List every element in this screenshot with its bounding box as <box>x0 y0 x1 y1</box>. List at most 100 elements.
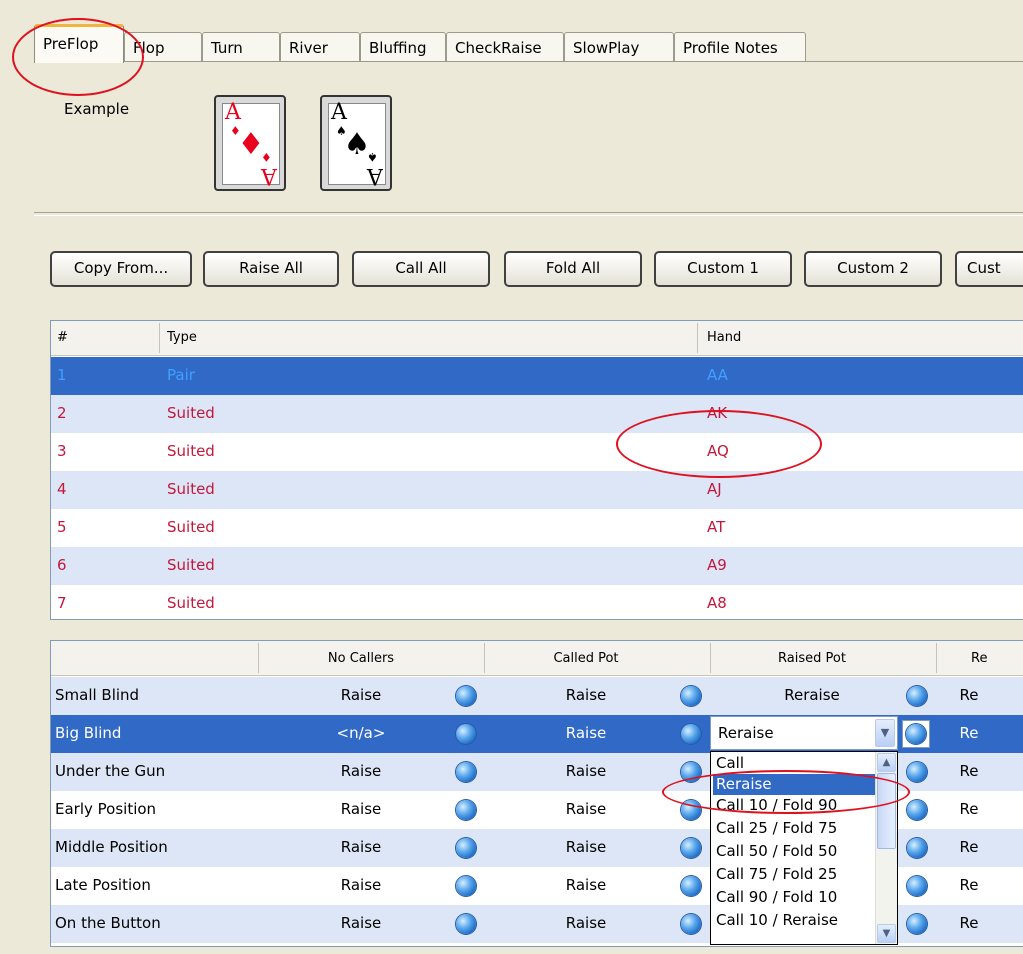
blue-orb-icon[interactable] <box>907 838 927 858</box>
option-call-10-fold-90[interactable]: Call 10 / Fold 90 <box>713 795 877 816</box>
tab-bluffing[interactable]: Bluffing <box>360 32 446 62</box>
raised-pot-select[interactable]: Reraise ▼ <box>710 716 898 750</box>
blue-orb-icon[interactable] <box>907 762 927 782</box>
raised-pot-orb-button[interactable] <box>902 720 930 748</box>
no-callers-action[interactable]: Raise <box>301 914 421 932</box>
ace-of-diamonds-card: A ♦ ♦ ♦ A <box>214 95 286 191</box>
blue-orb-icon[interactable] <box>681 686 701 706</box>
grid-row[interactable]: Small Blind Raise Raise Reraise Re <box>51 677 1023 715</box>
row-hand: AQ <box>707 442 729 460</box>
blue-orb-icon[interactable] <box>681 876 701 896</box>
no-callers-action[interactable]: Raise <box>301 876 421 894</box>
tab-slowplay[interactable]: SlowPlay <box>564 32 674 62</box>
tab-river[interactable]: River <box>280 32 360 62</box>
no-callers-action[interactable]: Raise <box>301 686 421 704</box>
blue-orb-icon[interactable] <box>681 838 701 858</box>
call-all-button[interactable]: Call All <box>352 251 490 287</box>
chevron-up-icon[interactable]: ▲ <box>877 753 896 772</box>
tab-flop[interactable]: Flop <box>124 32 202 62</box>
called-pot-action[interactable]: Raise <box>526 762 646 780</box>
table-row[interactable]: 2 Suited AK <box>51 395 1023 433</box>
blue-orb-icon[interactable] <box>907 800 927 820</box>
tab-profile-notes[interactable]: Profile Notes <box>674 32 806 62</box>
option-call-25-fold-75[interactable]: Call 25 / Fold 75 <box>713 818 877 839</box>
blue-orb-icon[interactable] <box>907 914 927 934</box>
blue-orb-icon[interactable] <box>681 762 701 782</box>
blue-orb-icon[interactable] <box>456 838 476 858</box>
table-row[interactable]: 3 Suited AQ <box>51 433 1023 471</box>
option-call-90-fold-10[interactable]: Call 90 / Fold 10 <box>713 887 877 908</box>
custom-2-button[interactable]: Custom 2 <box>804 251 942 287</box>
table-row[interactable]: 7 Suited A8 <box>51 585 1023 619</box>
blue-orb-icon[interactable] <box>681 800 701 820</box>
called-pot-action[interactable]: Raise <box>526 914 646 932</box>
called-pot-action[interactable]: Raise <box>526 876 646 894</box>
copy-from-button[interactable]: Copy From... <box>50 251 192 287</box>
no-callers-action[interactable]: Raise <box>301 838 421 856</box>
option-call-50-fold-50[interactable]: Call 50 / Fold 50 <box>713 841 877 862</box>
row-position: Small Blind <box>55 686 140 704</box>
option-call-75-fold-25[interactable]: Call 75 / Fold 25 <box>713 864 877 885</box>
raise-all-button[interactable]: Raise All <box>203 251 339 287</box>
fold-all-button[interactable]: Fold All <box>504 251 642 287</box>
blue-orb-icon[interactable] <box>907 876 927 896</box>
custom-1-button[interactable]: Custom 1 <box>654 251 792 287</box>
scrollbar-thumb[interactable] <box>877 773 896 849</box>
blue-orb-icon[interactable] <box>456 800 476 820</box>
row-type: Suited <box>167 404 215 422</box>
row-hand: AK <box>707 404 728 422</box>
reraised-pot-action[interactable]: Re <box>949 838 989 856</box>
blue-orb-icon[interactable] <box>456 686 476 706</box>
blue-orb-icon[interactable] <box>681 914 701 934</box>
blue-orb-icon[interactable] <box>456 762 476 782</box>
table-row[interactable]: 5 Suited AT <box>51 509 1023 547</box>
blue-orb-icon[interactable] <box>456 914 476 934</box>
tab-turn[interactable]: Turn <box>202 32 280 62</box>
custom-3-button[interactable]: Cust <box>955 251 1023 287</box>
blue-orb-icon[interactable] <box>681 724 701 744</box>
header-raised-pot[interactable]: Raised Pot <box>742 651 882 666</box>
reraised-pot-action[interactable]: Re <box>949 914 989 932</box>
option-call-10-reraise[interactable]: Call 10 / Reraise <box>713 910 877 931</box>
tab-baseline <box>34 61 1023 62</box>
option-reraise[interactable]: Reraise <box>713 774 877 795</box>
grid-header: No Callers Called Pot Raised Pot Re <box>51 641 1023 676</box>
reraised-pot-action[interactable]: Re <box>949 686 989 704</box>
called-pot-action[interactable]: Raise <box>526 838 646 856</box>
separator <box>34 212 1023 216</box>
header-no-callers[interactable]: No Callers <box>291 651 431 666</box>
no-callers-action[interactable]: <n/a> <box>301 724 421 742</box>
header-hand[interactable]: Hand <box>707 330 741 345</box>
blue-orb-icon[interactable] <box>456 876 476 896</box>
chevron-down-icon[interactable]: ▼ <box>877 924 896 943</box>
blue-orb-icon[interactable] <box>456 724 476 744</box>
called-pot-action[interactable]: Raise <box>526 686 646 704</box>
chevron-down-icon[interactable]: ▼ <box>875 719 895 747</box>
called-pot-action[interactable]: Raise <box>526 800 646 818</box>
row-num: 6 <box>57 556 67 574</box>
reraised-pot-action[interactable]: Re <box>949 800 989 818</box>
blue-orb-icon[interactable] <box>907 686 927 706</box>
header-type[interactable]: Type <box>167 330 197 345</box>
header-reraised-pot[interactable]: Re <box>971 651 1023 666</box>
options-scrollbar[interactable]: ▲ ▼ <box>875 752 897 944</box>
called-pot-action[interactable]: Raise <box>526 724 646 742</box>
header-called-pot[interactable]: Called Pot <box>516 651 656 666</box>
tab-label: Turn <box>211 39 243 57</box>
no-callers-action[interactable]: Raise <box>301 762 421 780</box>
table-row[interactable]: 6 Suited A9 <box>51 547 1023 585</box>
tab-checkraise[interactable]: CheckRaise <box>446 32 564 62</box>
reraised-pot-action[interactable]: Re <box>949 876 989 894</box>
raised-pot-options-list[interactable]: Call Reraise Call 10 / Fold 90 Call 25 /… <box>710 751 898 945</box>
option-call[interactable]: Call <box>713 753 877 774</box>
row-num: 4 <box>57 480 67 498</box>
raised-pot-action[interactable]: Reraise <box>752 686 872 704</box>
no-callers-action[interactable]: Raise <box>301 800 421 818</box>
table-row[interactable]: 1 Pair AA <box>51 357 1023 395</box>
table-row[interactable]: 4 Suited AJ <box>51 471 1023 509</box>
header-num[interactable]: # <box>57 330 68 345</box>
tab-preflop[interactable]: PreFlop <box>34 24 124 63</box>
reraised-pot-action[interactable]: Re <box>949 762 989 780</box>
tab-label: Profile Notes <box>683 39 778 57</box>
reraised-pot-action[interactable]: Re <box>949 724 989 742</box>
